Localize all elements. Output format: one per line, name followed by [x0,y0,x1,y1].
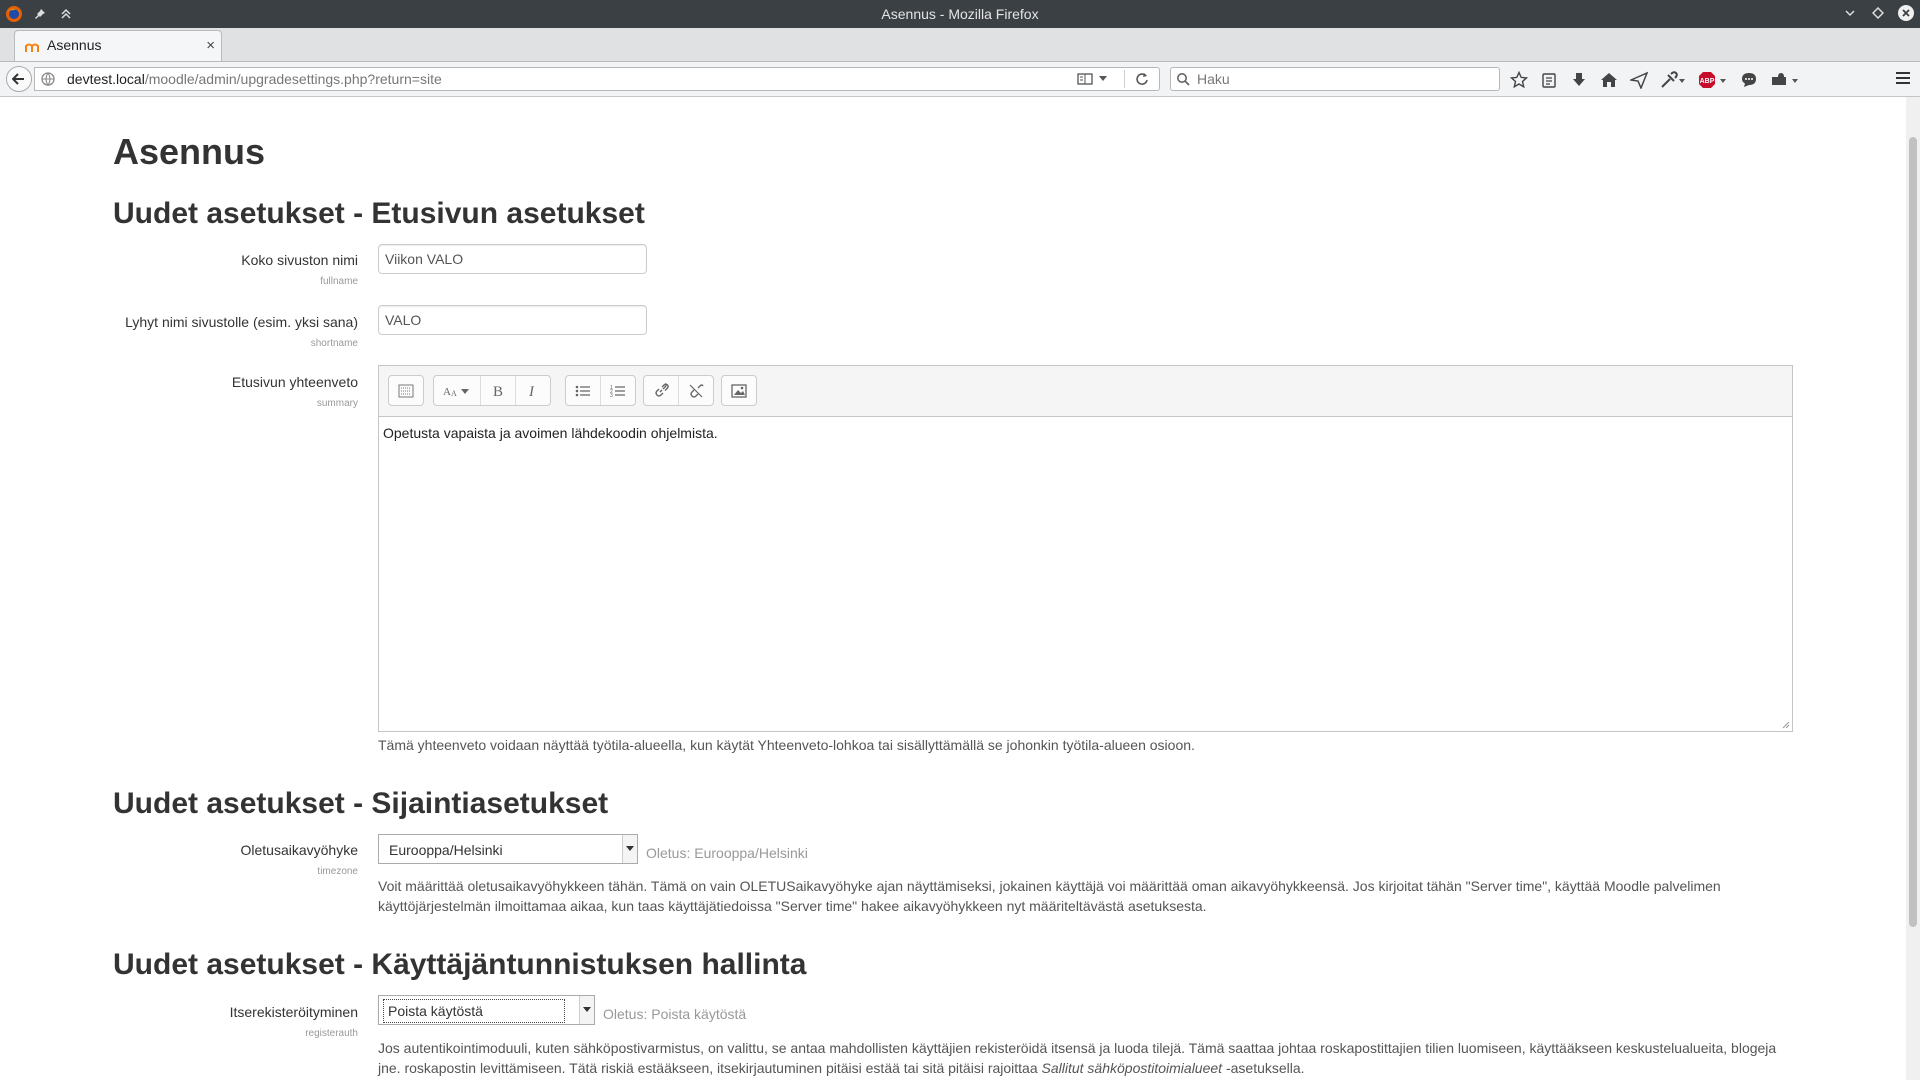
site-identity-icon[interactable] [41,72,55,86]
navigation-bar: devtest.local/moodle/admin/upgradesettin… [0,62,1920,97]
timezone-selected-value: Eurooppa/Helsinki [389,842,503,858]
scrollbar-thumb[interactable] [1909,137,1917,927]
timezone-select[interactable]: Eurooppa/Helsinki [378,834,638,864]
registerauth-description-suffix: -asetuksella. [1225,1060,1305,1076]
chevron-down-icon[interactable] [579,996,594,1024]
svg-text:3: 3 [610,393,613,398]
timezone-label: Oletusaikavyöhyke timezone [113,842,358,880]
reload-icon[interactable] [1135,72,1149,86]
editor-group-lists: 123 [565,375,636,406]
section-heading-frontpage: Uudet asetukset - Etusivun asetukset [113,197,645,230]
home-icon[interactable] [1600,69,1618,91]
summary-label: Etusivun yhteenveto summary [113,374,358,412]
insert-image-icon[interactable] [722,376,756,405]
tab-label: Asennus [47,37,102,53]
registerauth-label-text: Itserekisteröityminen [229,1004,358,1020]
paragraph-styles-icon[interactable]: AA [434,376,480,405]
hamburger-menu-icon[interactable] [1894,70,1912,86]
timezone-machine-name: timezone [317,866,358,877]
svg-text:I: I [528,384,535,398]
svg-text:A: A [451,389,457,398]
registerauth-selected-value: Poista käytöstä [383,999,565,1023]
allowed-email-domains-reference: Sallitut sähköpostitoimialueet [1041,1060,1223,1076]
editor-toolbar: AA B I 123 [379,366,1792,417]
timezone-default: Oletus: Eurooppa/Helsinki [646,845,808,861]
editor-resize-handle-icon[interactable] [1780,719,1790,729]
search-bar[interactable] [1170,67,1500,91]
unlink-icon[interactable] [678,376,713,405]
tab-strip: Asennus × + [0,28,1920,83]
url-host: devtest.local [67,71,145,87]
svg-text:ABP: ABP [1700,78,1715,85]
shortname-label: Lyhyt nimi sivustolle (esim. yksi sana) … [113,314,358,352]
moodle-favicon-icon [25,39,39,53]
bookmark-star-icon[interactable] [1510,69,1528,91]
back-arrow-icon [12,73,24,85]
reading-list-icon[interactable] [1540,69,1558,91]
registerauth-description: Jos autentikointimoduuli, kuten sähköpos… [378,1038,1778,1078]
shortname-machine-name: shortname [310,338,358,349]
tab-asennus[interactable]: Asennus × [14,30,222,61]
download-icon[interactable] [1570,69,1588,91]
chat-icon[interactable] [1740,69,1758,91]
window-titlebar: Asennus - Mozilla Firefox [0,0,1920,28]
shortname-input[interactable] [378,305,647,335]
summary-editor-content[interactable]: Opetusta vapaista ja avoimen lähdekoodin… [383,425,718,441]
page-title: Asennus [113,131,266,172]
search-icon [1176,72,1190,86]
page-scrollbar[interactable] [1906,97,1920,1080]
svg-text:A: A [443,386,451,398]
search-input[interactable] [1195,70,1489,88]
chevron-down-icon[interactable] [622,835,637,863]
timezone-label-text: Oletusaikavyöhyke [240,842,358,858]
maximize-icon[interactable] [1868,3,1888,23]
url-path: /moodle/admin/upgradesettings.php?return… [144,71,442,87]
close-window-icon[interactable] [1896,3,1916,23]
url-bar[interactable]: devtest.local/moodle/admin/upgradesettin… [34,67,1160,91]
reader-view-icon[interactable] [1077,72,1093,86]
fullname-label-text: Koko sivuston nimi [241,252,358,268]
summary-description: Tämä yhteenveto voidaan näyttää työtila-… [378,737,1195,753]
show-more-buttons-icon[interactable] [389,376,423,405]
editor-group-media [721,375,757,406]
editor-group-links [643,375,714,406]
send-icon[interactable] [1630,69,1648,91]
adblock-plus-icon[interactable]: ABP [1698,69,1728,91]
shortname-label-text: Lyhyt nimi sivustolle (esim. yksi sana) [125,314,358,330]
unordered-list-icon[interactable] [566,376,600,405]
link-icon[interactable] [644,376,678,405]
url-separator [1124,70,1125,88]
summary-machine-name: summary [316,398,358,409]
section-heading-location: Uudet asetukset - Sijaintiasetukset [113,787,609,820]
summary-editor: AA B I 123 Opetusta vapaista ja avoimen … [378,365,1793,732]
registerauth-default: Oletus: Poista käytöstä [603,1006,747,1022]
page-content: Asennus Uudet asetukset - Etusivun asetu… [0,97,1906,1080]
back-button[interactable] [6,66,32,92]
tab-close-icon[interactable]: × [206,37,215,54]
ordered-list-icon[interactable]: 123 [600,376,635,405]
registerauth-label: Itserekisteröityminen registerauth [113,1004,358,1042]
editor-group-style: AA B I [433,375,551,406]
toolbar-icons: ABP [1510,68,1812,92]
url-text[interactable]: devtest.local/moodle/admin/upgradesettin… [67,71,442,87]
timezone-description: Voit määrittää oletusaikavyöhykkeen tähä… [378,878,1721,914]
fullname-input[interactable] [378,244,647,274]
editor-group-more [388,375,424,406]
extension-icon[interactable] [1770,69,1800,91]
summary-label-text: Etusivun yhteenveto [231,374,358,390]
fullname-label: Koko sivuston nimi fullname [113,252,358,290]
window-title: Asennus - Mozilla Firefox [881,6,1039,22]
bold-icon[interactable]: B [480,376,515,405]
eyedropper-icon[interactable] [1660,69,1686,91]
url-dropdown-icon[interactable] [1099,76,1107,82]
fullname-machine-name: fullname [320,276,358,287]
registerauth-select[interactable]: Poista käytöstä [378,995,595,1025]
italic-icon[interactable]: I [515,376,550,405]
registerauth-machine-name: registerauth [305,1028,358,1039]
minimize-icon[interactable] [1840,3,1860,23]
section-heading-auth: Uudet asetukset - Käyttäjäntunnistuksen … [113,948,807,981]
svg-text:B: B [493,384,503,398]
